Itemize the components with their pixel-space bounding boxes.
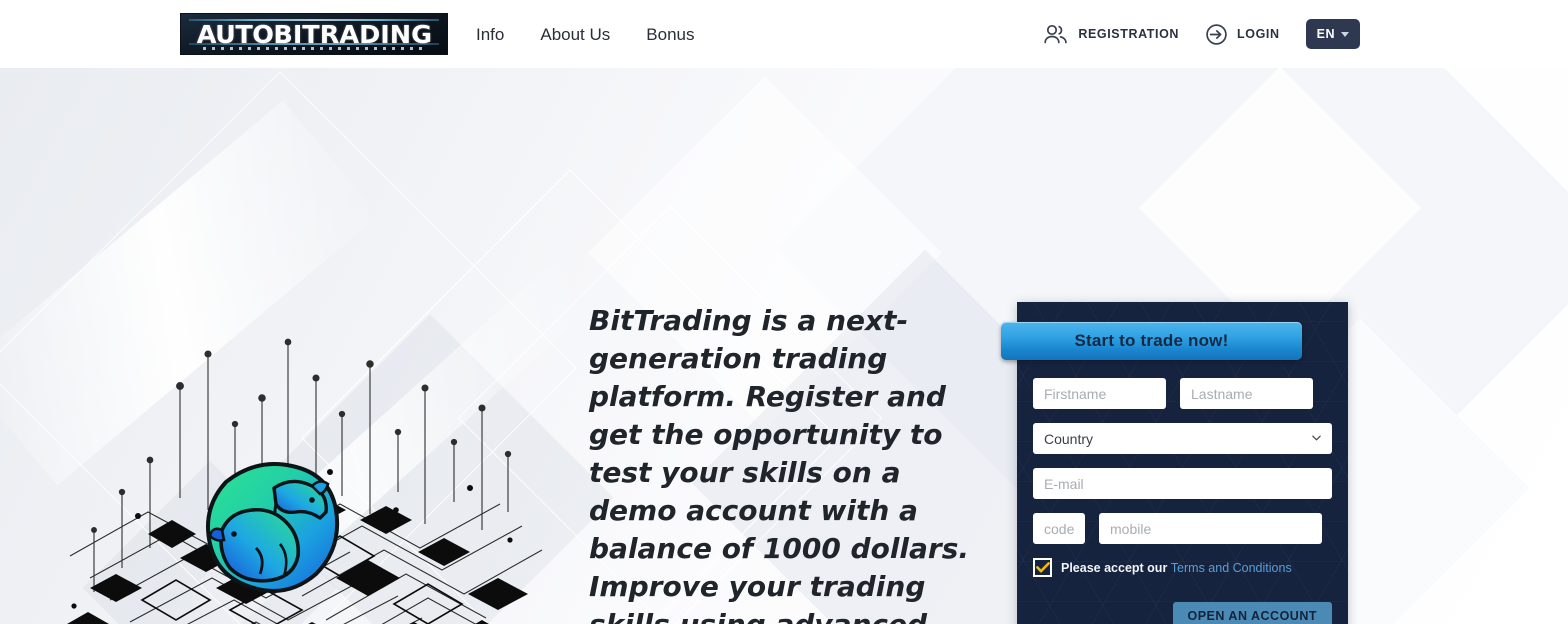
login-label: LOGIN [1237,27,1280,41]
start-to-trade-banner[interactable]: Start to trade now! [1001,322,1302,360]
chevron-down-icon [1341,31,1349,37]
login-button[interactable]: LOGIN [1205,23,1280,46]
mobile-input[interactable] [1099,513,1322,544]
registration-label: REGISTRATION [1078,27,1180,41]
start-to-trade-label: Start to trade now! [1074,331,1229,350]
site-logo[interactable]: AUTOBITRADING [180,13,448,55]
bull-and-bear-emblem [196,452,351,602]
language-label: EN [1316,27,1335,41]
phone-code-input[interactable] [1033,513,1085,544]
logo-wordmark: AUTOBITRADING [196,22,431,47]
phone-row [1033,513,1332,544]
logo-word-bitrading: BITRADING [273,19,432,49]
logo-word-auto: AUTO [196,19,274,49]
country-row: Country [1033,423,1332,454]
language-selector[interactable]: EN [1305,19,1360,49]
form-fields: Country [1033,378,1332,577]
users-icon [1043,23,1069,45]
registration-form-panel: Start to trade now! Country [1001,302,1348,624]
registration-button[interactable]: REGISTRATION [1043,23,1179,45]
firstname-input[interactable] [1033,378,1166,409]
country-select[interactable]: Country [1033,423,1332,454]
email-input[interactable] [1033,468,1332,499]
terms-row: Please accept our Terms and Conditions [1033,558,1332,577]
lastname-input[interactable] [1180,378,1313,409]
site-header: AUTOBITRADING Info About Us Bonus REGIST… [0,0,1568,68]
nav-item-info[interactable]: Info [476,26,504,43]
terms-and-conditions-link[interactable]: Terms and Conditions [1171,561,1292,575]
country-select-wrap: Country [1033,423,1332,454]
main-navigation: Info About Us Bonus [476,26,695,43]
checkmark-icon [1035,562,1050,573]
nav-item-bonus[interactable]: Bonus [646,26,694,43]
terms-prefix: Please accept our [1061,560,1168,575]
name-row [1033,378,1332,409]
email-row [1033,468,1332,499]
open-account-button[interactable]: OPEN AN ACCOUNT [1172,602,1332,624]
hero-headline: BitTrading is a next-generation trading … [589,304,970,624]
sign-in-icon [1205,23,1228,46]
header-actions: REGISTRATION LOGIN EN [1043,19,1360,49]
terms-text: Please accept our Terms and Conditions [1061,561,1292,575]
nav-item-about-us[interactable]: About Us [540,26,610,43]
terms-checkbox[interactable] [1033,558,1052,577]
hero-section: BitTrading is a next-generation trading … [0,68,1568,624]
